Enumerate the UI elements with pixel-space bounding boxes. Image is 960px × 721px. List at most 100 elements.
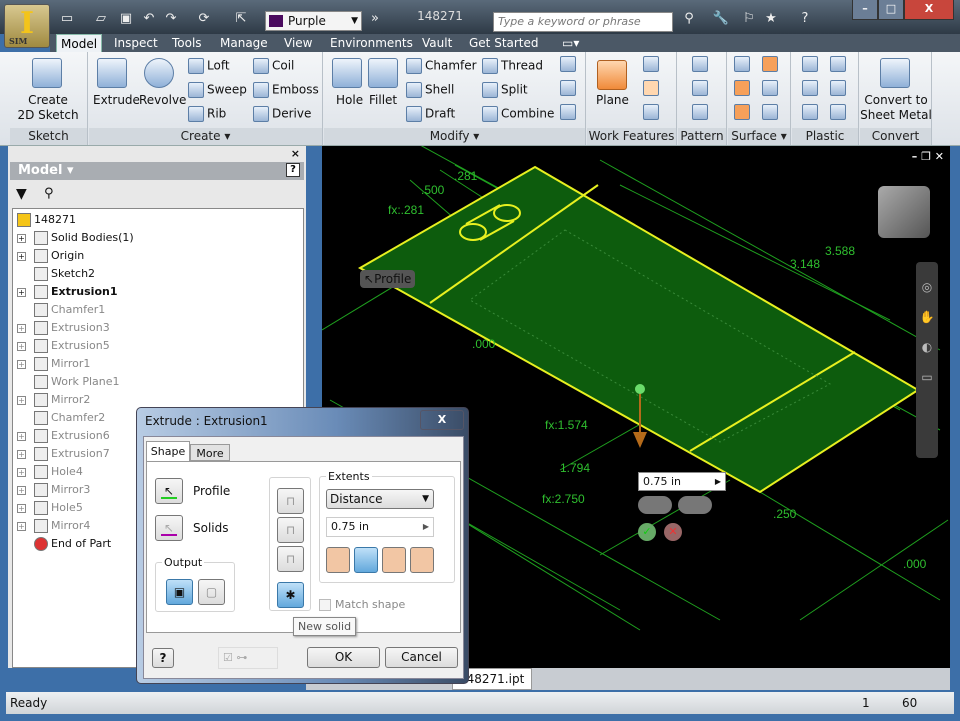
- help-search-input[interactable]: Type a keyword or phrase: [493, 12, 673, 32]
- join-button[interactable]: ⊓: [277, 488, 304, 514]
- output-solid-button[interactable]: ▣: [166, 579, 193, 605]
- ribbon-options-icon[interactable]: ▭▾: [558, 34, 583, 52]
- combine-button[interactable]: Combine: [482, 106, 554, 122]
- expand-icon[interactable]: +: [17, 359, 26, 369]
- help-icon[interactable]: ?: [286, 163, 300, 177]
- hole-button[interactable]: Hole: [336, 93, 363, 107]
- tab-tools[interactable]: Tools: [168, 34, 206, 52]
- expand-icon[interactable]: +: [17, 323, 26, 333]
- tree-node[interactable]: + Extrusion7: [17, 445, 110, 463]
- asymmetric-button[interactable]: [410, 547, 434, 573]
- snap-fit-button[interactable]: [830, 56, 849, 72]
- update-icon[interactable]: ⟳: [195, 11, 213, 27]
- rule-fillet-button[interactable]: [802, 80, 821, 96]
- tree-node[interactable]: + Mirror3: [17, 481, 90, 499]
- dialog-help-button[interactable]: ?: [152, 648, 174, 668]
- rib-button[interactable]: Rib: [188, 106, 226, 122]
- sculpt-button[interactable]: [734, 104, 753, 120]
- expand-icon[interactable]: +: [17, 431, 26, 441]
- expand-icon[interactable]: +: [17, 485, 26, 495]
- star-icon[interactable]: ★: [762, 11, 780, 27]
- draft-button[interactable]: Draft: [406, 106, 455, 122]
- tab-view[interactable]: View: [280, 34, 316, 52]
- wrench-icon[interactable]: 🔧: [712, 11, 730, 27]
- extrude-button[interactable]: Extrude: [93, 93, 140, 107]
- convert-to-sheet-metal-button[interactable]: Convert to Sheet Metal: [860, 93, 932, 123]
- delete-face-button[interactable]: [762, 104, 781, 120]
- undo-icon[interactable]: ↶: [140, 11, 158, 27]
- tree-node[interactable]: + Extrusion5: [17, 337, 110, 355]
- browser-close-icon[interactable]: ×: [291, 147, 300, 160]
- expand-icon[interactable]: +: [17, 467, 26, 477]
- expand-icon[interactable]: +: [17, 503, 26, 513]
- grill-button[interactable]: [802, 56, 821, 72]
- derive-button[interactable]: Derive: [253, 106, 311, 122]
- create-panel-label[interactable]: Create ▾: [89, 128, 322, 145]
- move-face-button[interactable]: [560, 56, 579, 72]
- mini-toolbar-distance[interactable]: 0.75 in ▶: [638, 472, 726, 491]
- boss-button[interactable]: [830, 80, 849, 96]
- redo-icon[interactable]: ↷: [162, 11, 180, 27]
- fillet-button[interactable]: Fillet: [369, 93, 397, 107]
- find-icon[interactable]: ⚲: [44, 186, 54, 201]
- surface-label[interactable]: Surface ▾: [728, 128, 790, 145]
- maximize-button[interactable]: □: [878, 0, 904, 20]
- help-icon[interactable]: ?: [796, 11, 814, 27]
- direction-1-button[interactable]: [326, 547, 350, 573]
- stitch-button[interactable]: [734, 56, 753, 72]
- save-icon[interactable]: ▣: [117, 11, 135, 27]
- tree-node[interactable]: + Mirror1: [17, 355, 90, 373]
- tree-node[interactable]: End of Part: [17, 535, 111, 553]
- mini-extents-button[interactable]: [678, 496, 712, 514]
- expand-icon[interactable]: +: [17, 449, 26, 459]
- tree-node[interactable]: Sketch2: [17, 265, 95, 283]
- chamfer-button[interactable]: Chamfer: [406, 58, 477, 74]
- tree-node[interactable]: + Origin: [17, 247, 84, 265]
- satellite-icon[interactable]: ⚐: [740, 11, 758, 27]
- revolve-button[interactable]: Revolve: [139, 93, 186, 107]
- work-point-button[interactable]: [643, 80, 662, 96]
- sweep-button[interactable]: Sweep: [188, 82, 247, 98]
- tree-node[interactable]: Work Plane1: [17, 373, 120, 391]
- mirror-button[interactable]: [692, 104, 711, 120]
- match-shape-checkbox[interactable]: [319, 599, 331, 611]
- browser-header[interactable]: Model ▾?: [10, 162, 304, 180]
- expand-icon[interactable]: +: [17, 521, 26, 531]
- move-bodies-button[interactable]: [560, 104, 579, 120]
- cut-button[interactable]: ⊓: [277, 517, 304, 543]
- filter-icon[interactable]: ▼: [16, 186, 27, 202]
- tree-node[interactable]: + Solid Bodies(1): [17, 229, 134, 247]
- patch-button[interactable]: [762, 56, 781, 72]
- solids-select-button[interactable]: ↖: [155, 515, 183, 541]
- work-axis-button[interactable]: [643, 56, 662, 72]
- intersect-button[interactable]: ⊓: [277, 546, 304, 572]
- tab-model[interactable]: Model: [56, 34, 103, 52]
- tree-node[interactable]: Chamfer2: [17, 409, 105, 427]
- tree-node[interactable]: + Hole4: [17, 463, 83, 481]
- rest-button[interactable]: [802, 104, 821, 120]
- select-icon[interactable]: ⇱: [232, 11, 250, 27]
- tree-node[interactable]: 148271: [17, 211, 76, 229]
- expand-icon[interactable]: +: [17, 287, 26, 297]
- direction-2-button[interactable]: [354, 547, 378, 573]
- create-2d-sketch-button[interactable]: Create 2D Sketch: [10, 93, 86, 123]
- tab-more[interactable]: More: [190, 444, 230, 461]
- thicken-button[interactable]: [734, 80, 753, 96]
- new-solid-button[interactable]: ✱: [277, 582, 304, 608]
- split-button[interactable]: Split: [482, 82, 528, 98]
- expand-icon[interactable]: +: [17, 395, 26, 405]
- new-icon[interactable]: ▭: [58, 11, 76, 27]
- thread-button[interactable]: Thread: [482, 58, 543, 74]
- tab-vault[interactable]: Vault: [418, 34, 456, 52]
- tree-node[interactable]: + Extrusion6: [17, 427, 110, 445]
- output-surface-button[interactable]: ▢: [198, 579, 225, 605]
- ucs-button[interactable]: [643, 104, 662, 120]
- tab-inspect[interactable]: Inspect: [110, 34, 162, 52]
- expand-icon[interactable]: +: [17, 251, 26, 261]
- distance-input[interactable]: 0.75 in ▶: [326, 517, 434, 537]
- trim-button[interactable]: [762, 80, 781, 96]
- emboss-button[interactable]: Emboss: [253, 82, 319, 98]
- circular-pattern-button[interactable]: [692, 80, 711, 96]
- extents-type-select[interactable]: Distance ▼: [326, 489, 434, 509]
- expand-icon[interactable]: +: [17, 341, 26, 351]
